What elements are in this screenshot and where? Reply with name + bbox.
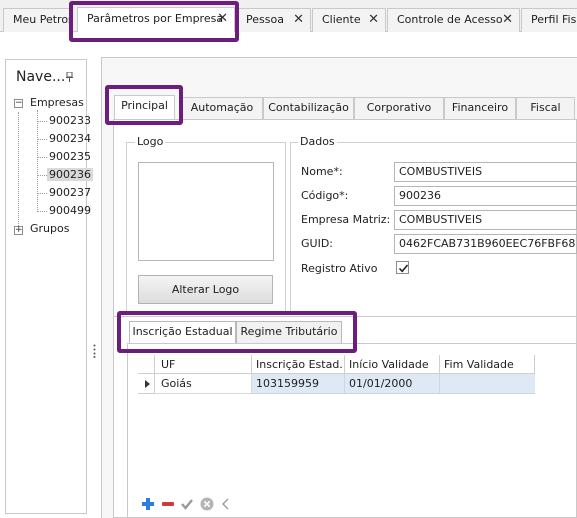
tree-node-grupos[interactable]: Grupos — [30, 222, 69, 235]
doc-tab-label: Controle de Acesso — [397, 13, 503, 26]
tree-line — [38, 157, 47, 158]
nome-label: Nome*: — [301, 165, 343, 178]
logo-image-area[interactable] — [138, 162, 274, 261]
cell-fim-container[interactable] — [440, 374, 535, 394]
highlight-principal-tab — [105, 85, 183, 125]
column-header-label: Fim Validade — [444, 358, 514, 371]
column-header-fim-validade[interactable]: Fim Validade — [440, 355, 535, 374]
alterar-logo-button[interactable]: Alterar Logo — [138, 275, 273, 304]
logo-group-title: Logo — [135, 135, 166, 148]
current-row-arrow-icon — [145, 380, 150, 388]
tree-node-900499[interactable]: 900499 — [49, 204, 91, 217]
doc-tab-cliente[interactable]: Cliente ✕ — [312, 8, 386, 32]
doc-tab-meu-petros[interactable]: Meu Petros — [3, 8, 72, 32]
table-row[interactable]: Goiás — [155, 374, 252, 394]
pin-icon[interactable] — [66, 72, 73, 82]
tree-line — [38, 211, 47, 212]
column-header-label: Início Validade — [349, 358, 429, 371]
nome-field[interactable]: COMBUSTIVEIS — [394, 162, 577, 182]
close-tab-icon[interactable]: ✕ — [293, 9, 304, 31]
doc-tab-pessoa[interactable]: Pessoa ✕ — [236, 8, 311, 32]
tab-contabilizacao[interactable]: Contabilização — [263, 97, 354, 119]
tree-node-900237[interactable]: 900237 — [49, 186, 91, 199]
tree-line — [38, 193, 47, 194]
checkmark-icon — [398, 264, 409, 273]
remove-icon[interactable] — [161, 497, 175, 511]
tree-line — [38, 139, 47, 140]
tab-label: Contabilização — [268, 101, 349, 114]
grid-indicator-header — [138, 355, 155, 374]
splitter-grip-icon[interactable] — [93, 344, 96, 358]
add-icon[interactable] — [141, 497, 155, 511]
close-tab-icon[interactable]: ✕ — [502, 9, 513, 31]
highlight-document-tab — [69, 1, 239, 42]
tab-financeiro[interactable]: Financeiro — [444, 97, 516, 119]
confirm-icon[interactable] — [180, 497, 194, 511]
column-header-inicio-validade[interactable]: Início Validade — [345, 355, 440, 374]
tab-label: Corporativo — [366, 101, 432, 114]
column-header-label: UF — [161, 358, 176, 371]
guid-label: GUID: — [301, 237, 333, 250]
registro-ativo-checkbox[interactable] — [396, 261, 409, 274]
guid-field[interactable]: 0462FCAB731B960EEC76FBF6820E0 — [394, 234, 577, 254]
tab-fiscal[interactable]: Fiscal — [516, 97, 575, 119]
registro-ativo-label: Registro Ativo — [301, 262, 378, 275]
doc-tab-label: Pessoa — [246, 13, 284, 26]
tree-line — [18, 112, 19, 230]
codigo-field[interactable]: 900236 — [394, 186, 577, 206]
empresa-matriz-label: Empresa Matriz: — [301, 213, 391, 226]
cell-inicio-container[interactable]: 01/01/2000 — [345, 374, 440, 394]
cell-inscricao: 103159959 — [256, 377, 319, 390]
doc-tab-controle-de-acesso[interactable]: Controle de Acesso ✕ — [387, 8, 520, 32]
navigator-title: Nave... — [16, 69, 66, 85]
tab-label: Automação — [190, 101, 254, 114]
logo-group-border — [285, 142, 286, 312]
cell-inicio-validade: 01/01/2000 — [349, 377, 413, 390]
logo-group-border — [126, 142, 127, 312]
close-tab-icon[interactable]: ✕ — [368, 9, 379, 31]
collapse-icon[interactable]: − — [14, 99, 23, 108]
column-header-label: Inscrição Estad... — [256, 358, 343, 371]
column-header-inscricao[interactable]: Inscrição Estad... — [252, 355, 345, 374]
dados-group-title: Dados — [298, 135, 337, 148]
codigo-label: Código*: — [301, 189, 349, 202]
tab-label: Fiscal — [530, 101, 561, 114]
tree-line — [38, 175, 47, 176]
tab-label: Financeiro — [451, 101, 509, 114]
doc-tab-label: Perfil Fis — [531, 13, 577, 26]
tab-automacao[interactable]: Automação — [181, 97, 263, 119]
scroll-left-icon[interactable] — [219, 497, 233, 511]
cell-uf: Goiás — [161, 377, 192, 390]
column-header-uf[interactable]: UF — [155, 355, 252, 374]
empresa-matriz-field[interactable]: COMBUSTIVEIS — [394, 210, 577, 230]
doc-tab-label: Meu Petros — [13, 13, 72, 26]
cell-inscricao-container[interactable]: 103159959 — [252, 374, 345, 394]
tree-node-900233[interactable]: 900233 — [49, 114, 91, 127]
tree-node-empresas[interactable]: Empresas — [30, 96, 84, 109]
button-label: Alterar Logo — [171, 283, 240, 296]
expand-icon[interactable]: + — [14, 226, 23, 235]
doc-tab-perfil-fiscal[interactable]: Perfil Fis — [521, 8, 577, 32]
tree-line — [37, 110, 38, 212]
row-indicator[interactable] — [138, 374, 155, 394]
dados-group-border — [290, 142, 291, 312]
doc-tab-label: Cliente — [322, 13, 361, 26]
tab-corporativo[interactable]: Corporativo — [354, 97, 444, 119]
tree-node-900236[interactable]: 900236 — [47, 168, 93, 181]
highlight-bottom-tabs — [117, 311, 357, 353]
tree-line — [38, 121, 47, 122]
tree-node-900234[interactable]: 900234 — [49, 132, 91, 145]
tree-node-900235[interactable]: 900235 — [49, 150, 91, 163]
cancel-icon[interactable] — [200, 497, 214, 511]
